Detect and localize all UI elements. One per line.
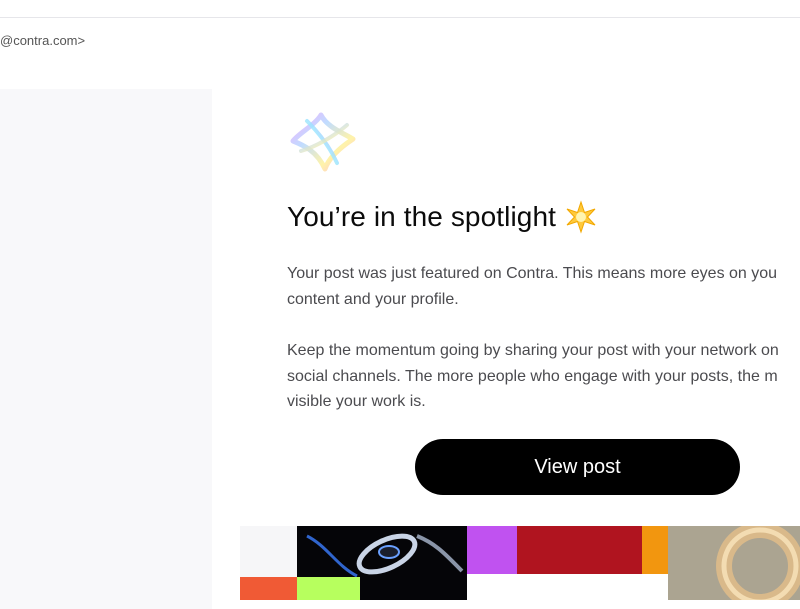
paragraph-line: social channels. The more people who eng… (287, 367, 778, 385)
top-bar (0, 0, 800, 18)
left-panel (0, 89, 212, 609)
paragraph-line: Your post was just featured on Contra. T… (287, 265, 778, 282)
contra-logo-icon (290, 112, 356, 172)
paragraph-featured: Your post was just featured on Contra. T… (287, 261, 800, 312)
featured-collage-image (240, 526, 800, 600)
glowing-star-icon (566, 200, 596, 234)
view-post-button[interactable]: View post (415, 439, 740, 495)
paragraph-momentum: Keep the momentum going by sharing your … (287, 338, 800, 415)
paragraph-line: Keep the momentum going by sharing your … (287, 342, 779, 359)
sender-address: @contra.com> (0, 33, 86, 48)
paragraph-line: content and your profile. (287, 290, 459, 308)
page-title: You’re in the spotlight (287, 200, 598, 234)
paragraph-line: visible your work is. (287, 393, 426, 410)
headline-text: You’re in the spotlight (287, 201, 557, 232)
